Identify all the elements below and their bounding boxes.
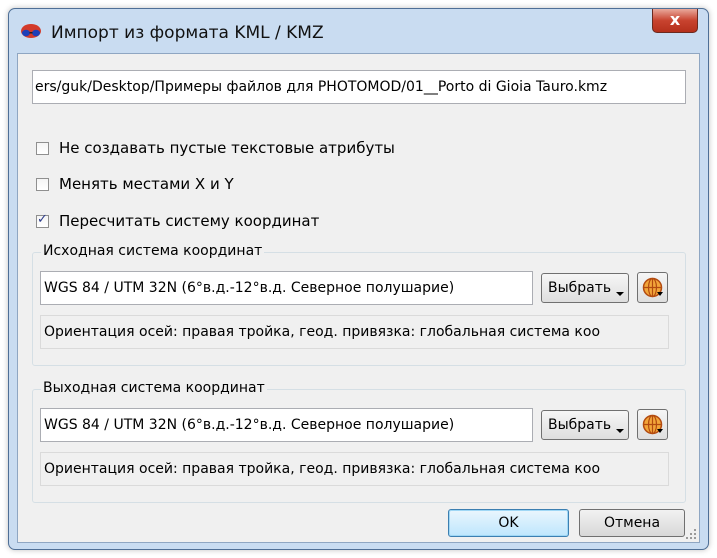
source-globe-button[interactable] — [637, 272, 668, 303]
checkbox-checked[interactable] — [36, 212, 49, 228]
file-path-value: ers/guk/Desktop/Примеры файлов для PHOTO… — [35, 79, 608, 95]
target-cs-group: Выходная система координат WGS 84 / UTM … — [32, 380, 686, 503]
button-label: Выбрать — [548, 417, 612, 433]
file-path-field[interactable]: ers/guk/Desktop/Примеры файлов для PHOTO… — [32, 70, 686, 104]
option-label: Пересчитать систему координат — [59, 212, 320, 230]
resize-grip-icon[interactable] — [685, 528, 697, 540]
dialog-body: ers/guk/Desktop/Примеры файлов для PHOTO… — [17, 53, 700, 543]
source-cs-info: Ориентация осей: правая тройка, геод. пр… — [40, 315, 669, 349]
dropdown-arrow-icon — [616, 292, 624, 296]
window-title: Импорт из формата KML / KMZ — [51, 23, 324, 43]
target-choose-button[interactable]: Выбрать — [541, 410, 629, 440]
title-bar[interactable]: Импорт из формата KML / KMZ x — [9, 9, 708, 55]
option-label: Не создавать пустые текстовые атрибуты — [59, 139, 395, 157]
target-globe-button[interactable] — [637, 409, 668, 440]
checkbox[interactable] — [36, 177, 49, 191]
source-cs-group: Исходная система координат WGS 84 / UTM … — [32, 243, 686, 366]
globe-icon — [642, 277, 663, 298]
option-no-empty-text-attributes[interactable]: Не создавать пустые текстовые атрибуты — [36, 137, 395, 159]
close-button[interactable]: x — [652, 9, 698, 33]
globe-icon — [642, 414, 663, 435]
dropdown-arrow-icon — [616, 429, 624, 433]
group-label: Исходная система координат — [41, 243, 265, 259]
option-label: Менять местами X и Y — [59, 175, 234, 193]
ok-button[interactable]: OK — [448, 509, 569, 537]
source-choose-button[interactable]: Выбрать — [541, 273, 629, 303]
group-label: Выходная система координат — [41, 380, 267, 396]
close-icon: x — [669, 10, 681, 29]
target-cs-info: Ориентация осей: правая тройка, геод. пр… — [40, 452, 669, 486]
target-cs-field[interactable]: WGS 84 / UTM 32N (6°в.д.-12°в.д. Северно… — [40, 408, 533, 442]
checkbox[interactable] — [36, 141, 49, 155]
cancel-button[interactable]: Отмена — [579, 509, 685, 537]
3d-glasses-app-icon — [21, 24, 41, 38]
button-label: Выбрать — [548, 280, 612, 296]
option-recalculate-cs[interactable]: Пересчитать систему координат — [36, 210, 319, 232]
source-cs-field[interactable]: WGS 84 / UTM 32N (6°в.д.-12°в.д. Северно… — [40, 271, 533, 305]
option-swap-xy[interactable]: Менять местами X и Y — [36, 173, 234, 195]
import-kml-dialog: Импорт из формата KML / KMZ x ers/guk/De… — [8, 8, 709, 550]
